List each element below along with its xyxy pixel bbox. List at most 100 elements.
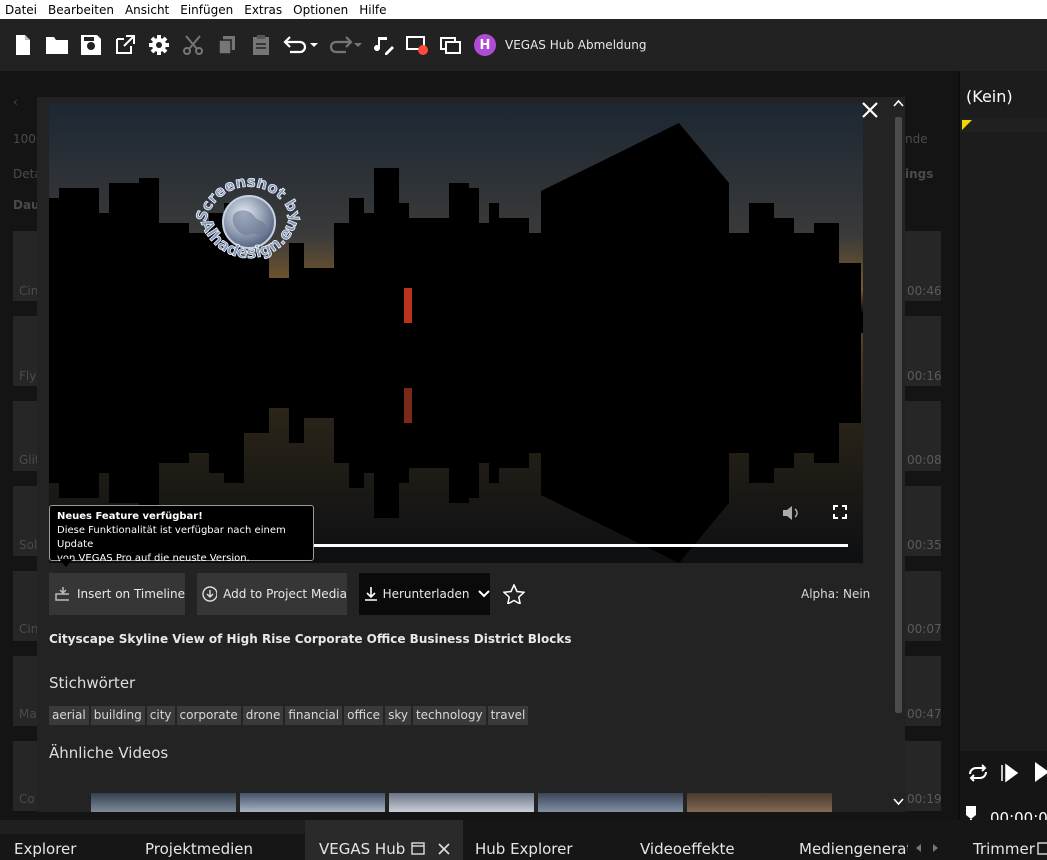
bg-label: Dau (13, 198, 40, 212)
keyword-tag[interactable]: financial (285, 706, 343, 725)
external-window-icon (116, 35, 135, 54)
loop-icon[interactable] (966, 763, 990, 783)
tab-mediengeneratoren[interactable]: Mediengenerat (799, 840, 908, 858)
similar-videos-strip (91, 793, 836, 812)
keyword-tag[interactable]: sky (385, 706, 411, 725)
modal-scrollbar[interactable] (892, 97, 905, 812)
keyword-tag[interactable]: office (344, 706, 384, 725)
similar-video-thumbnail[interactable] (91, 793, 236, 812)
scroll-down-icon[interactable] (893, 798, 904, 806)
save-button[interactable] (74, 28, 108, 62)
tab-projektmedien[interactable]: Projektmedien (145, 840, 253, 858)
bg-label: Ma (19, 707, 37, 721)
menu-datei[interactable]: Datei (0, 3, 43, 17)
menu-ansicht[interactable]: Ansicht (120, 3, 175, 17)
music-edit-icon (374, 37, 394, 55)
menu-bearbeiten[interactable]: Bearbeiten (43, 3, 120, 17)
bg-duration: 00:16 (907, 369, 942, 383)
keywords-heading: Stichwörter (49, 674, 136, 692)
tab-videoeffekte[interactable]: Videoeffekte (640, 840, 735, 858)
bg-label: Co (19, 792, 35, 806)
similar-video-thumbnail[interactable] (240, 793, 385, 812)
skyline-video-frame (49, 103, 863, 563)
tab-trimmer[interactable]: Trimmer (973, 840, 1035, 858)
scroll-up-icon[interactable] (893, 99, 904, 107)
insert-on-timeline-button[interactable]: Insert on Timeline (49, 573, 185, 615)
settings-button[interactable] (142, 28, 176, 62)
similar-video-thumbnail[interactable] (687, 793, 832, 812)
open-folder-icon (46, 37, 68, 54)
copy-icon (218, 36, 235, 55)
tab-close-icon[interactable] (437, 842, 451, 856)
bg-label: Cin (19, 284, 39, 298)
keyword-tag[interactable]: drone (242, 706, 284, 725)
tab-undock-icon[interactable] (1037, 842, 1047, 855)
window-overlay-icon (440, 37, 461, 54)
watermark-stamp: Screenshot by Alhadesign.eu (192, 178, 306, 263)
undo-icon (283, 36, 318, 54)
menu-hilfe[interactable]: Hilfe (354, 3, 392, 17)
paste-button[interactable] (244, 28, 278, 62)
tab-hub-explorer[interactable]: Hub Explorer (475, 840, 573, 858)
add-to-project-media-button[interactable]: Add to Project Media (197, 573, 347, 615)
new-file-button[interactable] (6, 28, 40, 62)
similar-video-thumbnail[interactable] (538, 793, 683, 812)
preset-select[interactable]: (Kein) (966, 87, 1013, 106)
hub-avatar[interactable]: H (474, 34, 496, 56)
menu-optionen[interactable]: Optionen (288, 3, 354, 17)
menu-einfuegen[interactable]: Einfügen (175, 3, 239, 17)
redo-button[interactable] (322, 28, 366, 62)
external-window-button[interactable] (108, 28, 142, 62)
bg-duration: 00:07 (907, 622, 942, 636)
bg-label: nde (905, 132, 928, 146)
tab-undock-icon[interactable] (411, 842, 425, 855)
tooltip-line: Diese Funktionalität ist verfügbar nach … (57, 525, 286, 550)
bg-label: ings (905, 167, 934, 181)
bg-label: Cin (19, 622, 39, 636)
feature-tooltip: Neues Feature verfügbar! Diese Funktiona… (49, 505, 314, 564)
close-icon[interactable] (861, 101, 879, 119)
keyword-tag[interactable]: corporate (176, 706, 241, 725)
window-overlay-button[interactable] (434, 28, 468, 62)
bottom-tab-bar: Explorer Projektmedien VEGAS Hub Hub Exp… (0, 820, 1047, 860)
tab-scroll-arrows-icon[interactable] (914, 843, 942, 853)
download-dropdown-button[interactable]: Herunterladen (359, 573, 490, 615)
keyword-tag[interactable]: building (90, 706, 145, 725)
tab-vegas-hub[interactable]: VEGAS Hub (319, 840, 405, 858)
music-edit-button[interactable] (366, 28, 400, 62)
bg-label: Fly (19, 369, 37, 383)
keyword-tag[interactable]: travel (487, 706, 529, 725)
save-icon (81, 35, 101, 55)
fullscreen-icon[interactable] (833, 505, 847, 519)
timeline-ruler (960, 118, 1047, 132)
video-player[interactable] (49, 103, 863, 563)
bg-duration: 00:08 (907, 453, 942, 467)
cut-button[interactable] (176, 28, 210, 62)
record-screen-button[interactable] (400, 28, 434, 62)
tooltip-body: Diese Funktionalität ist verfügbar nach … (57, 524, 306, 566)
copy-button[interactable] (210, 28, 244, 62)
tooltip-title: Neues Feature verfügbar! (57, 511, 203, 522)
keyword-tag[interactable]: aerial (49, 706, 89, 725)
menu-extras[interactable]: Extras (239, 3, 288, 17)
favorite-star-icon[interactable] (503, 584, 525, 604)
similar-video-thumbnail[interactable] (389, 793, 534, 812)
scroll-thumb[interactable] (895, 117, 902, 713)
download-icon (365, 587, 377, 601)
add-label: Add to Project Media (223, 587, 347, 601)
tab-explorer[interactable]: Explorer (14, 840, 76, 858)
redo-icon (329, 36, 362, 54)
volume-icon[interactable] (782, 505, 800, 521)
undo-button[interactable] (278, 28, 322, 62)
open-folder-button[interactable] (40, 28, 74, 62)
bg-duration: 00:35 (907, 538, 942, 552)
keyword-tag[interactable]: technology (412, 706, 486, 725)
play-icon[interactable] (1000, 763, 1018, 783)
alpha-info: Alpha: Nein (801, 587, 871, 601)
video-detail-dialog: Neues Feature verfügbar! Diese Funktiona… (37, 97, 905, 812)
hub-logout-label[interactable]: VEGAS Hub Abmeldung (505, 38, 646, 52)
bg-duration: 00:47 (907, 707, 942, 721)
keyword-tag[interactable]: city (146, 706, 175, 725)
play-from-start-icon[interactable] (1032, 761, 1047, 783)
paste-icon (253, 35, 269, 55)
